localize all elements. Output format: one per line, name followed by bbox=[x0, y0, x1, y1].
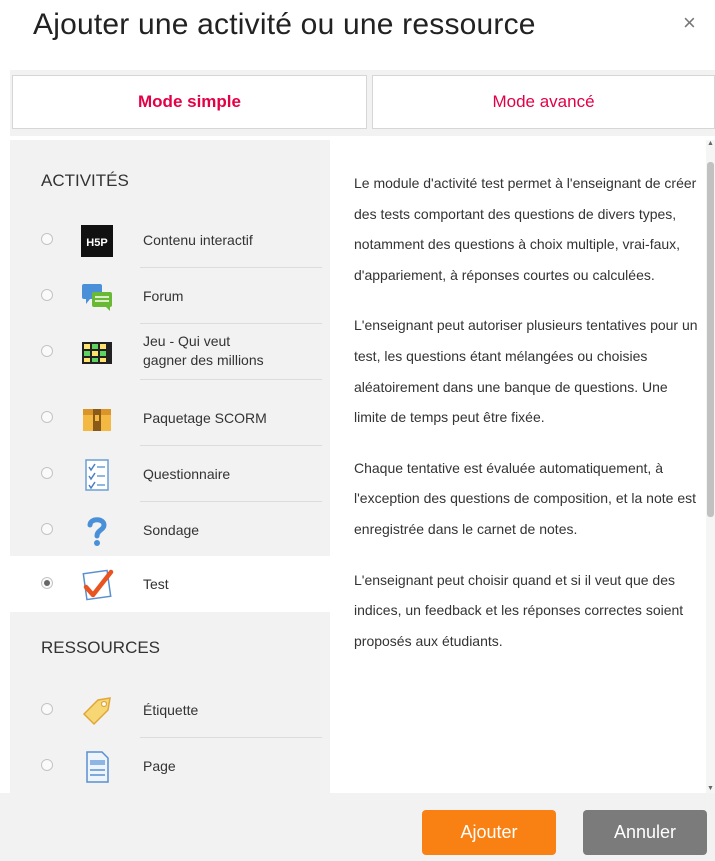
scorm-package-icon bbox=[80, 402, 114, 436]
tag-icon bbox=[80, 694, 114, 728]
option-label: Étiquette bbox=[143, 701, 199, 718]
option-game-millionaire[interactable]: Jeu - Qui veut gagner des millions bbox=[10, 324, 330, 380]
questionnaire-icon bbox=[80, 458, 114, 492]
option-label: Page bbox=[143, 757, 176, 774]
option-test[interactable]: Test bbox=[10, 556, 330, 612]
scroll-down-arrow-icon[interactable]: ▼ bbox=[706, 785, 715, 793]
radio-button[interactable] bbox=[41, 345, 53, 357]
radio-button[interactable] bbox=[41, 703, 53, 715]
module-description-panel: Le module d'activité test permet à l'ens… bbox=[330, 140, 706, 793]
radio-button[interactable] bbox=[41, 233, 53, 245]
radio-button-checked[interactable] bbox=[41, 577, 53, 589]
tab-simple-mode[interactable]: Mode simple bbox=[12, 75, 367, 129]
h5p-logo-text: H5P bbox=[86, 237, 107, 249]
option-page[interactable]: Page bbox=[10, 738, 330, 793]
tab-advanced-mode[interactable]: Mode avancé bbox=[372, 75, 715, 129]
option-label-line-2: gagner des millions bbox=[143, 352, 264, 368]
option-survey[interactable]: Sondage bbox=[10, 502, 330, 558]
dialog-title: Ajouter une activité ou une ressource bbox=[33, 8, 536, 41]
option-label: Jeu - Qui veut gagner des millions bbox=[143, 332, 313, 370]
radio-button[interactable] bbox=[41, 759, 53, 771]
option-interactive-content[interactable]: H5P Contenu interactif bbox=[10, 212, 330, 268]
cancel-button[interactable]: Annuler bbox=[583, 810, 707, 855]
description-paragraph: L'enseignant peut autoriser plusieurs te… bbox=[354, 317, 698, 426]
description-scrollbar[interactable]: ▲ ▼ bbox=[706, 140, 715, 793]
radio-button[interactable] bbox=[41, 289, 53, 301]
question-mark-icon bbox=[80, 514, 114, 548]
add-button[interactable]: Ajouter bbox=[422, 810, 556, 855]
forum-icon bbox=[80, 280, 114, 314]
section-title-resources: RESSOURCES bbox=[41, 638, 161, 657]
option-label-line-1: Jeu - Qui veut bbox=[143, 333, 231, 349]
description-paragraph: Le module d'activité test permet à l'ens… bbox=[354, 175, 697, 283]
option-label: Contenu interactif bbox=[143, 231, 253, 248]
dialog-footer: Ajouter Annuler bbox=[0, 793, 715, 861]
radio-button[interactable] bbox=[41, 523, 53, 535]
option-scorm-package[interactable]: Paquetage SCORM bbox=[10, 390, 330, 446]
scrollbar-thumb[interactable] bbox=[707, 162, 714, 517]
h5p-icon: H5P bbox=[80, 224, 114, 258]
page-icon bbox=[80, 750, 114, 784]
radio-button[interactable] bbox=[41, 467, 53, 479]
option-forum[interactable]: Forum bbox=[10, 268, 330, 324]
section-title-activities: ACTIVITÉS bbox=[41, 171, 129, 190]
option-label: Forum bbox=[143, 287, 184, 304]
option-label: Sondage bbox=[143, 521, 200, 538]
game-icon bbox=[80, 336, 114, 370]
description-paragraph: Chaque tentative est évaluée automatique… bbox=[354, 459, 696, 537]
option-label: Test bbox=[143, 575, 169, 592]
close-icon[interactable]: × bbox=[683, 10, 696, 36]
radio-button[interactable] bbox=[41, 411, 53, 423]
option-label: Questionnaire bbox=[143, 465, 231, 482]
option-label-resource[interactable]: Étiquette bbox=[10, 682, 330, 738]
option-label: Paquetage SCORM bbox=[143, 409, 267, 426]
option-questionnaire[interactable]: Questionnaire bbox=[10, 446, 330, 502]
divider bbox=[140, 379, 322, 380]
description-paragraph: L'enseignant peut choisir quand et si il… bbox=[354, 571, 684, 649]
module-chooser-list: ACTIVITÉS H5P Contenu interactif Forum J… bbox=[10, 140, 330, 793]
quiz-check-icon bbox=[80, 568, 114, 602]
scroll-up-arrow-icon[interactable]: ▲ bbox=[706, 140, 715, 148]
mode-tabs: Mode simple Mode avancé bbox=[10, 70, 715, 136]
